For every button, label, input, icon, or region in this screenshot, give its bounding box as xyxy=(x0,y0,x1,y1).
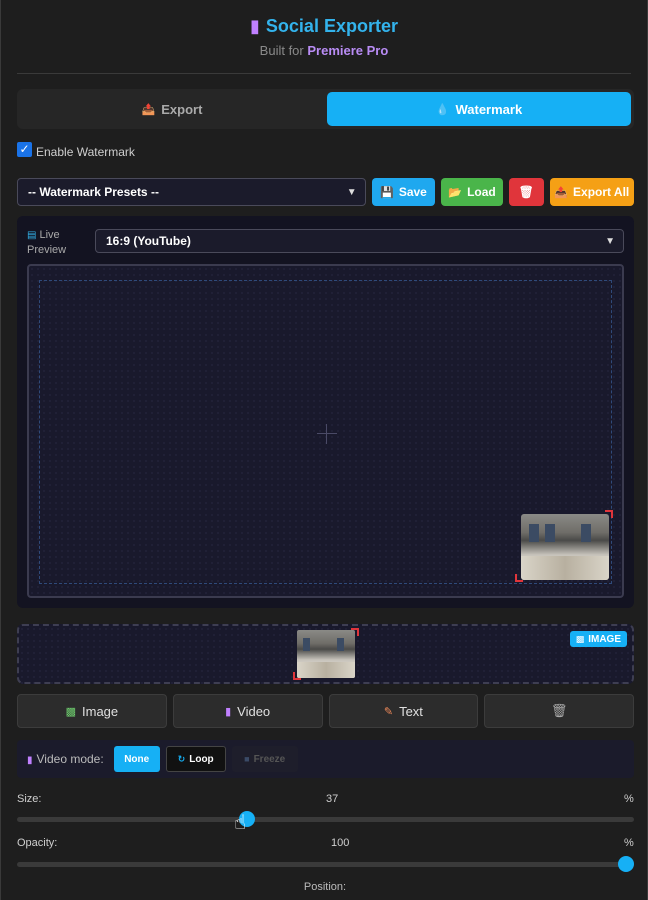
export-icon: 📤 xyxy=(554,186,569,199)
resize-handle[interactable] xyxy=(605,510,613,518)
video-mode-loop-button[interactable]: ↻ Loop xyxy=(165,746,226,772)
floppy-disk-icon: 💾 xyxy=(380,186,394,199)
image-detail xyxy=(337,638,344,651)
opacity-slider-handle[interactable] xyxy=(618,856,634,872)
clapperboard-icon: ▮ xyxy=(27,755,33,766)
live-preview-label: ▤ Live Preview xyxy=(27,229,67,256)
loop-icon: ↻ xyxy=(177,753,186,764)
save-preset-button[interactable]: 💾 Save xyxy=(371,178,436,206)
opacity-label: Opacity: xyxy=(17,837,58,849)
enable-watermark-checkbox[interactable]: ✓ xyxy=(17,141,32,157)
image-detail xyxy=(521,556,609,580)
image-detail xyxy=(303,638,310,651)
image-type-badge: ▩ IMAGE xyxy=(569,631,627,647)
clapperboard-icon: ▮ xyxy=(250,16,260,36)
watermark-thumbnail xyxy=(297,630,355,678)
add-text-button[interactable]: ✎ Text xyxy=(328,694,479,728)
video-mode-freeze-button[interactable]: ■ Freeze xyxy=(231,746,298,772)
video-mode-row: ▮ Video mode: None ↻ Loop ■ Freeze xyxy=(17,740,634,778)
center-crosshair-icon xyxy=(317,424,337,444)
opacity-slider[interactable] xyxy=(17,856,634,872)
add-video-button[interactable]: ▮ Video xyxy=(172,694,323,728)
presets-row: -- Watermark Presets -- ▼ 💾 Save 📂 Load … xyxy=(17,178,634,206)
app-subtitle: Built for Premiere Pro xyxy=(259,43,389,58)
header: ▮ Social Exporter Built for Premiere Pro xyxy=(17,0,631,74)
image-detail xyxy=(297,662,355,678)
image-detail xyxy=(545,524,555,542)
live-preview-panel: ▤ Live Preview 16:9 (YouTube) ▼ xyxy=(17,216,634,608)
position-label: Position: xyxy=(303,881,347,893)
watermark-image-preview[interactable] xyxy=(521,514,609,580)
trash-icon: 🗑 xyxy=(550,703,568,718)
export-all-button[interactable]: 📤 Export All xyxy=(549,178,634,206)
preview-canvas[interactable] xyxy=(27,264,624,598)
image-icon: ▩ xyxy=(65,705,76,718)
app-panel: ▮ Social Exporter Built for Premiere Pro … xyxy=(0,0,648,900)
watermark-icon: 💧 xyxy=(435,103,450,116)
image-icon: ▩ xyxy=(575,633,585,644)
clapperboard-icon: ▮ xyxy=(225,705,232,718)
size-label: Size: xyxy=(17,793,42,805)
aspect-ratio-select[interactable]: 16:9 (YouTube) ▼ xyxy=(95,229,624,253)
export-icon: 📤 xyxy=(141,103,156,116)
enable-watermark[interactable]: ✓ Enable Watermark xyxy=(17,141,135,159)
pause-icon: ■ xyxy=(244,754,250,764)
video-mode-label: ▮ Video mode: xyxy=(27,752,104,766)
chevron-down-icon: ▼ xyxy=(346,186,357,198)
folder-icon: 📂 xyxy=(448,186,463,199)
trash-icon: 🗑 xyxy=(518,185,534,199)
size-value: 37 xyxy=(326,793,339,805)
resize-handle xyxy=(351,628,359,636)
tab-watermark[interactable]: 💧 Watermark xyxy=(327,92,631,126)
resize-handle xyxy=(293,672,301,680)
resize-handle[interactable] xyxy=(515,574,523,582)
watermark-presets-select[interactable]: -- Watermark Presets -- ▼ xyxy=(17,178,366,206)
clear-watermark-button[interactable]: 🗑 xyxy=(484,694,634,728)
add-image-button[interactable]: ▩ Image xyxy=(17,694,167,728)
size-unit: % xyxy=(624,793,634,805)
source-buttons: ▩ Image ▮ Video ✎ Text 🗑 xyxy=(17,694,634,728)
opacity-value: 100 xyxy=(331,837,350,849)
image-detail xyxy=(581,524,591,542)
tab-bar: 📤 Export 💧 Watermark xyxy=(17,89,634,129)
tab-export[interactable]: 📤 Export xyxy=(20,92,324,126)
monitor-icon: ▤ xyxy=(27,230,37,241)
image-detail xyxy=(529,524,539,542)
text-icon: ✎ xyxy=(383,705,394,718)
hand-cursor-icon: ☝ xyxy=(234,812,247,834)
opacity-unit: % xyxy=(624,837,634,849)
load-preset-button[interactable]: 📂 Load xyxy=(441,178,503,206)
video-mode-none-button[interactable]: None xyxy=(113,746,160,772)
watermark-dropzone[interactable]: ▩ IMAGE xyxy=(17,624,634,684)
size-slider[interactable] xyxy=(17,811,634,827)
delete-preset-button[interactable]: 🗑 xyxy=(508,178,544,206)
app-title: ▮ Social Exporter xyxy=(250,16,398,36)
chevron-down-icon: ▼ xyxy=(605,235,615,247)
